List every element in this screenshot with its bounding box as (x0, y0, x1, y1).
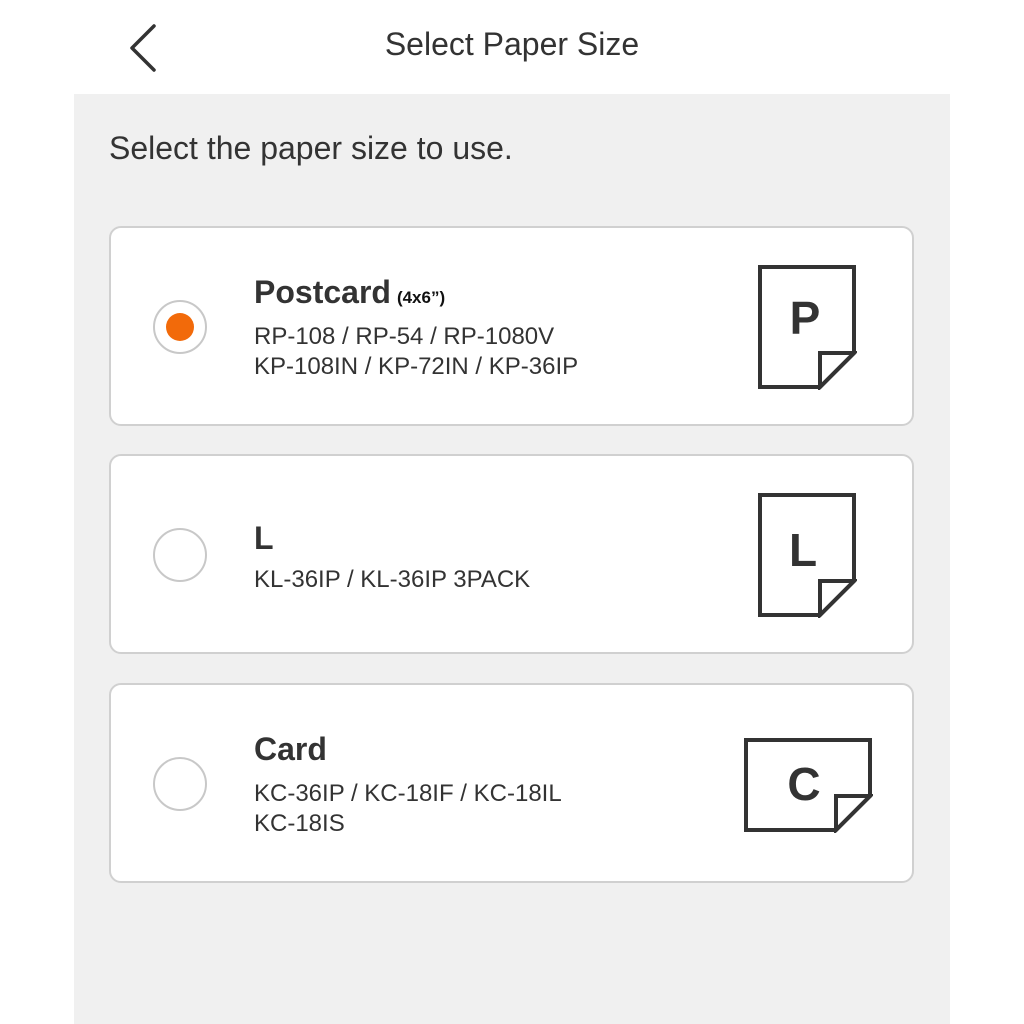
paper-icon-letter: P (790, 292, 821, 344)
option-title-postcard: Postcard (4x6”) (254, 274, 445, 311)
models-line: KC-18IS (254, 810, 345, 837)
option-size-subtitle: (4x6”) (396, 288, 446, 307)
content-area: Select the paper size to use. Postcard (4… (74, 94, 950, 1024)
paper-option-card[interactable]: Card KC-36IP / KC-18IF / KC-18IL KC-18IS… (109, 683, 914, 883)
radio-selected-dot (166, 313, 194, 341)
radio-button-unselected[interactable] (153, 528, 207, 582)
header-bar: Select Paper Size (0, 0, 1024, 94)
models-line: RP-108 / RP-54 / RP-1080V (254, 323, 555, 350)
models-line: KP-108IN / KP-72IN / KP-36IP (254, 353, 579, 380)
option-title-text: Postcard (254, 274, 391, 310)
models-line: KL-36IP / KL-36IP 3PACK (254, 566, 531, 593)
paper-icon-letter: L (789, 524, 817, 576)
option-models-card: KC-36IP / KC-18IF / KC-18IL KC-18IS (254, 779, 562, 839)
landscape-paper-icon: C (744, 738, 873, 833)
radio-button-selected[interactable] (153, 300, 207, 354)
option-title-card: Card (254, 731, 327, 767)
instruction-text: Select the paper size to use. (109, 130, 513, 166)
paper-option-postcard[interactable]: Postcard (4x6”) RP-108 / RP-54 / RP-1080V… (109, 226, 914, 426)
radio-button-unselected[interactable] (153, 757, 207, 811)
paper-option-l[interactable]: L KL-36IP / KL-36IP 3PACK L (109, 454, 914, 654)
page-title: Select Paper Size (384, 26, 640, 62)
portrait-paper-icon: L (758, 493, 857, 618)
option-models-l: KL-36IP / KL-36IP 3PACK (254, 565, 530, 595)
models-line: KC-36IP / KC-18IF / KC-18IL (254, 780, 562, 807)
option-title-l: L (254, 520, 274, 556)
portrait-paper-icon: P (758, 265, 857, 390)
option-models-postcard: RP-108 / RP-54 / RP-1080V KP-108IN / KP-… (254, 322, 578, 382)
paper-icon-letter: C (787, 758, 820, 810)
